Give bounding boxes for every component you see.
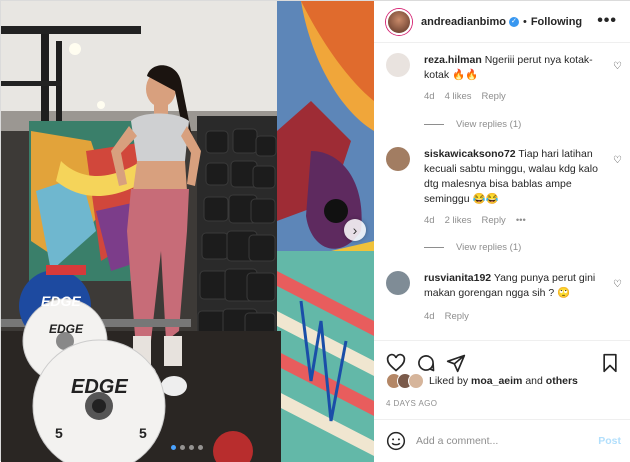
view-replies-button[interactable]: View replies (1): [424, 242, 521, 253]
avatar: [408, 373, 424, 389]
plate-label: EDGE: [41, 293, 81, 309]
gym-photo-illustration: EDGE EDGE EDGE 5 5: [1, 1, 374, 462]
post-username[interactable]: andreadianbimo: [421, 16, 506, 28]
comment-username[interactable]: reza.hilman: [424, 54, 482, 66]
plate-label: EDGE: [49, 322, 84, 336]
add-comment-bar: Add a comment... Post: [374, 419, 630, 462]
emoji-icon[interactable]: [386, 431, 406, 451]
avatar[interactable]: [386, 53, 410, 77]
post-button[interactable]: Post: [598, 435, 621, 447]
comment-time: 4d: [424, 215, 435, 226]
comment-body: reza.hilman Ngeriii perut nya kotak-kota…: [424, 53, 610, 83]
view-replies-label: View replies (1): [456, 119, 522, 130]
liker-username[interactable]: moa_aeim: [471, 375, 522, 387]
post-modal: EDGE EDGE EDGE 5 5 › andreadianbimo ✓ • …: [0, 0, 630, 462]
likes-text: Liked by moa_aeim and others: [429, 375, 578, 387]
comment-meta: 4d 4 likes Reply: [424, 91, 506, 102]
comment-meta: 4d 2 likes Reply •••: [424, 215, 526, 226]
avatar[interactable]: [386, 271, 410, 295]
more-icon[interactable]: •••: [597, 12, 617, 30]
likes-prefix: Liked by: [429, 375, 469, 387]
comment-list[interactable]: reza.hilman Ngeriii perut nya kotak-kota…: [374, 43, 630, 340]
likes-others-link[interactable]: others: [546, 375, 578, 387]
avatar[interactable]: [386, 147, 410, 171]
replies-divider: [424, 124, 444, 125]
reply-button[interactable]: Reply: [445, 311, 469, 322]
bookmark-icon[interactable]: [601, 353, 619, 373]
heart-icon[interactable]: ♡: [613, 61, 622, 72]
comment-username[interactable]: siskawicaksono72: [424, 148, 516, 160]
plate-weight: 5: [55, 425, 63, 441]
replies-divider: [424, 247, 444, 248]
post-photo[interactable]: EDGE EDGE EDGE 5 5 ›: [1, 1, 374, 462]
heart-icon[interactable]: ♡: [613, 279, 622, 290]
likes-and: and: [525, 375, 543, 387]
heart-icon[interactable]: [386, 353, 406, 373]
separator: •: [522, 15, 527, 28]
comment-time: 4d: [424, 91, 435, 102]
view-replies-label: View replies (1): [456, 242, 522, 253]
comment-likes[interactable]: 2 likes: [445, 215, 472, 226]
comment-username[interactable]: rusvianita192: [424, 272, 491, 284]
reply-button[interactable]: Reply: [482, 91, 506, 102]
plate-weight: 5: [139, 425, 147, 441]
carousel-next-button[interactable]: ›: [344, 219, 366, 241]
post-sidebar: andreadianbimo ✓ • Following ••• reza.hi…: [374, 1, 630, 462]
comment-time: 4d: [424, 311, 435, 322]
carousel-indicator: [171, 445, 203, 450]
post-date[interactable]: 4 DAYS AGO: [386, 399, 437, 408]
carousel-dot: [180, 445, 185, 450]
comment: siskawicaksono72 Tiap hari latihan kecua…: [386, 147, 622, 257]
heart-icon[interactable]: ♡: [613, 155, 622, 166]
comment-icon[interactable]: [416, 353, 436, 373]
avatar[interactable]: [386, 8, 412, 35]
comment-body: rusvianita192 Yang punya perut gini maka…: [424, 271, 610, 301]
comment-input[interactable]: Add a comment...: [416, 435, 498, 447]
carousel-dot: [171, 445, 176, 450]
likes-summary: Liked by moa_aeim and others: [386, 373, 578, 389]
more-icon[interactable]: •••: [516, 215, 526, 226]
following-button[interactable]: Following: [531, 16, 582, 28]
comment: reza.hilman Ngeriii perut nya kotak-kota…: [386, 53, 622, 133]
chevron-right-icon: ›: [352, 222, 358, 238]
comment-likes[interactable]: 4 likes: [445, 91, 472, 102]
verified-icon: ✓: [508, 16, 519, 27]
share-icon[interactable]: [446, 353, 466, 373]
comment-body: siskawicaksono72 Tiap hari latihan kecua…: [424, 147, 610, 207]
reply-button[interactable]: Reply: [482, 215, 506, 226]
plate-label: EDGE: [71, 376, 128, 398]
comment-meta: 4d Reply: [424, 311, 469, 322]
post-header: andreadianbimo ✓ • Following •••: [374, 1, 630, 43]
carousel-dot: [198, 445, 203, 450]
view-replies-button[interactable]: View replies (1): [424, 119, 521, 130]
comment: rusvianita192 Yang punya perut gini maka…: [386, 271, 622, 331]
carousel-dot: [189, 445, 194, 450]
